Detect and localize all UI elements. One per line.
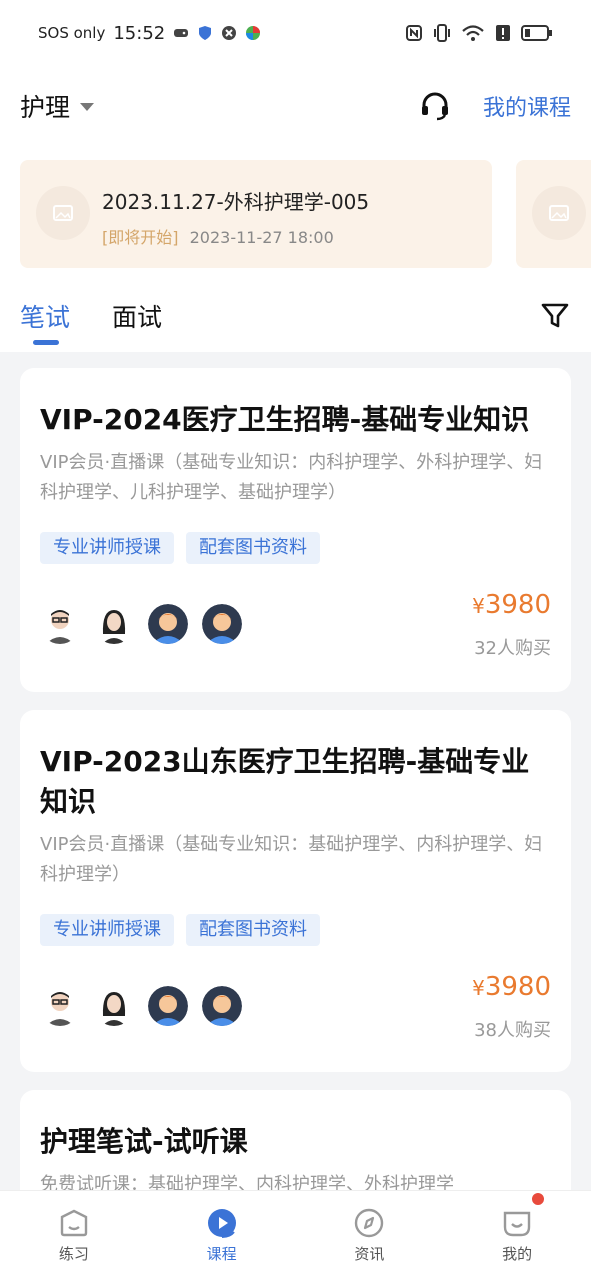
alert-icon (496, 25, 510, 41)
course-tag: 配套图书资料 (186, 914, 320, 946)
bottom-nav: 练习 课程 资讯 我的 (0, 1190, 591, 1280)
course-price: ¥3980 (472, 590, 551, 620)
wifi-icon (462, 25, 484, 41)
image-placeholder-icon (532, 186, 586, 240)
nav-label: 练习 (58, 1245, 89, 1263)
nav-me[interactable]: 我的 (443, 1191, 591, 1280)
category-selector[interactable]: 护理 (20, 88, 95, 124)
nav-label: 我的 (502, 1245, 533, 1263)
buyer-count: 38人购买 (474, 1020, 551, 1041)
course-card[interactable]: VIP-2024医疗卫生招聘-基础专业知识 VIP会员·直播课（基础专业知识：内… (20, 368, 571, 692)
carrier-text: SOS only (38, 24, 106, 42)
status-bar: SOS only 15:52 (0, 0, 591, 66)
course-tag: 专业讲师授课 (40, 914, 174, 946)
course-description: VIP会员·直播课（基础专业知识：基础护理学、内科护理学、妇科护理学） (40, 834, 543, 885)
blocked-icon (222, 26, 237, 40)
live-banner-title: 2023.11.27-外科护理学-005 (102, 190, 370, 214)
live-banner-carousel: 2023.11.27-外科护理学-005 [即将开始] 2023-11-27 1… (0, 146, 591, 286)
nfc-icon (406, 25, 422, 41)
headset-support-icon[interactable] (419, 90, 451, 122)
tab-interview[interactable]: 面试 (112, 298, 162, 334)
nav-courses[interactable]: 课程 (148, 1191, 296, 1280)
course-title: VIP-2024医疗卫生招聘-基础专业知识 (40, 403, 530, 436)
active-tab-indicator (33, 340, 59, 345)
course-title: VIP-2023山东医疗卫生招聘-基础专业知识 (40, 745, 530, 818)
compass-icon (355, 1208, 384, 1238)
next-banner-card[interactable] (516, 160, 591, 268)
nav-label: 课程 (206, 1245, 237, 1263)
course-tag: 配套图书资料 (186, 532, 320, 564)
course-card[interactable]: VIP-2023山东医疗卫生招聘-基础专业知识 VIP会员·直播课（基础专业知识… (20, 710, 571, 1072)
teacher-avatar (94, 604, 134, 644)
course-description: VIP会员·直播课（基础专业知识：内科护理学、外科护理学、妇科护理学、儿科护理学… (40, 452, 543, 503)
app-logo-icon (246, 26, 261, 40)
live-status: [即将开始] (102, 228, 179, 247)
game-controller-icon (174, 29, 189, 37)
chevron-down-icon (80, 103, 95, 111)
live-date: 2023-11-27 18:00 (189, 228, 334, 247)
nav-label: 资讯 (354, 1245, 385, 1263)
default-avatar-icon (148, 986, 188, 1026)
course-play-icon (207, 1209, 236, 1238)
teacher-avatar (94, 986, 134, 1026)
status-time: 15:52 (113, 22, 166, 44)
my-courses-link[interactable]: 我的课程 (483, 90, 571, 122)
course-tag: 专业讲师授课 (40, 532, 174, 564)
live-banner-card[interactable]: 2023.11.27-外科护理学-005 [即将开始] 2023-11-27 1… (20, 160, 492, 268)
teacher-avatar (40, 986, 80, 1026)
practice-icon (60, 1209, 88, 1237)
filter-icon[interactable] (540, 300, 570, 330)
buyer-count: 32人购买 (474, 638, 551, 659)
battery-icon (521, 25, 552, 41)
notification-badge (530, 1191, 547, 1207)
profile-icon (503, 1211, 531, 1237)
top-header: 护理 我的课程 (0, 66, 591, 146)
course-title: 护理笔试-试听课 (40, 1125, 248, 1158)
default-avatar-icon (202, 986, 242, 1026)
course-price: ¥3980 (472, 972, 551, 1002)
default-avatar-icon (148, 604, 188, 644)
live-banner-meta: [即将开始] 2023-11-27 18:00 (102, 224, 334, 248)
nav-news[interactable]: 资讯 (296, 1191, 444, 1280)
nav-practice[interactable]: 练习 (0, 1191, 148, 1280)
shield-icon (199, 26, 212, 40)
tab-written[interactable]: 笔试 (20, 298, 70, 334)
image-placeholder-icon (36, 186, 90, 240)
teacher-avatar (40, 604, 80, 644)
category-label: 护理 (20, 93, 71, 122)
default-avatar-icon (202, 604, 242, 644)
exam-type-tabs: 笔试 面试 (0, 286, 591, 352)
vibrate-icon (434, 24, 450, 42)
